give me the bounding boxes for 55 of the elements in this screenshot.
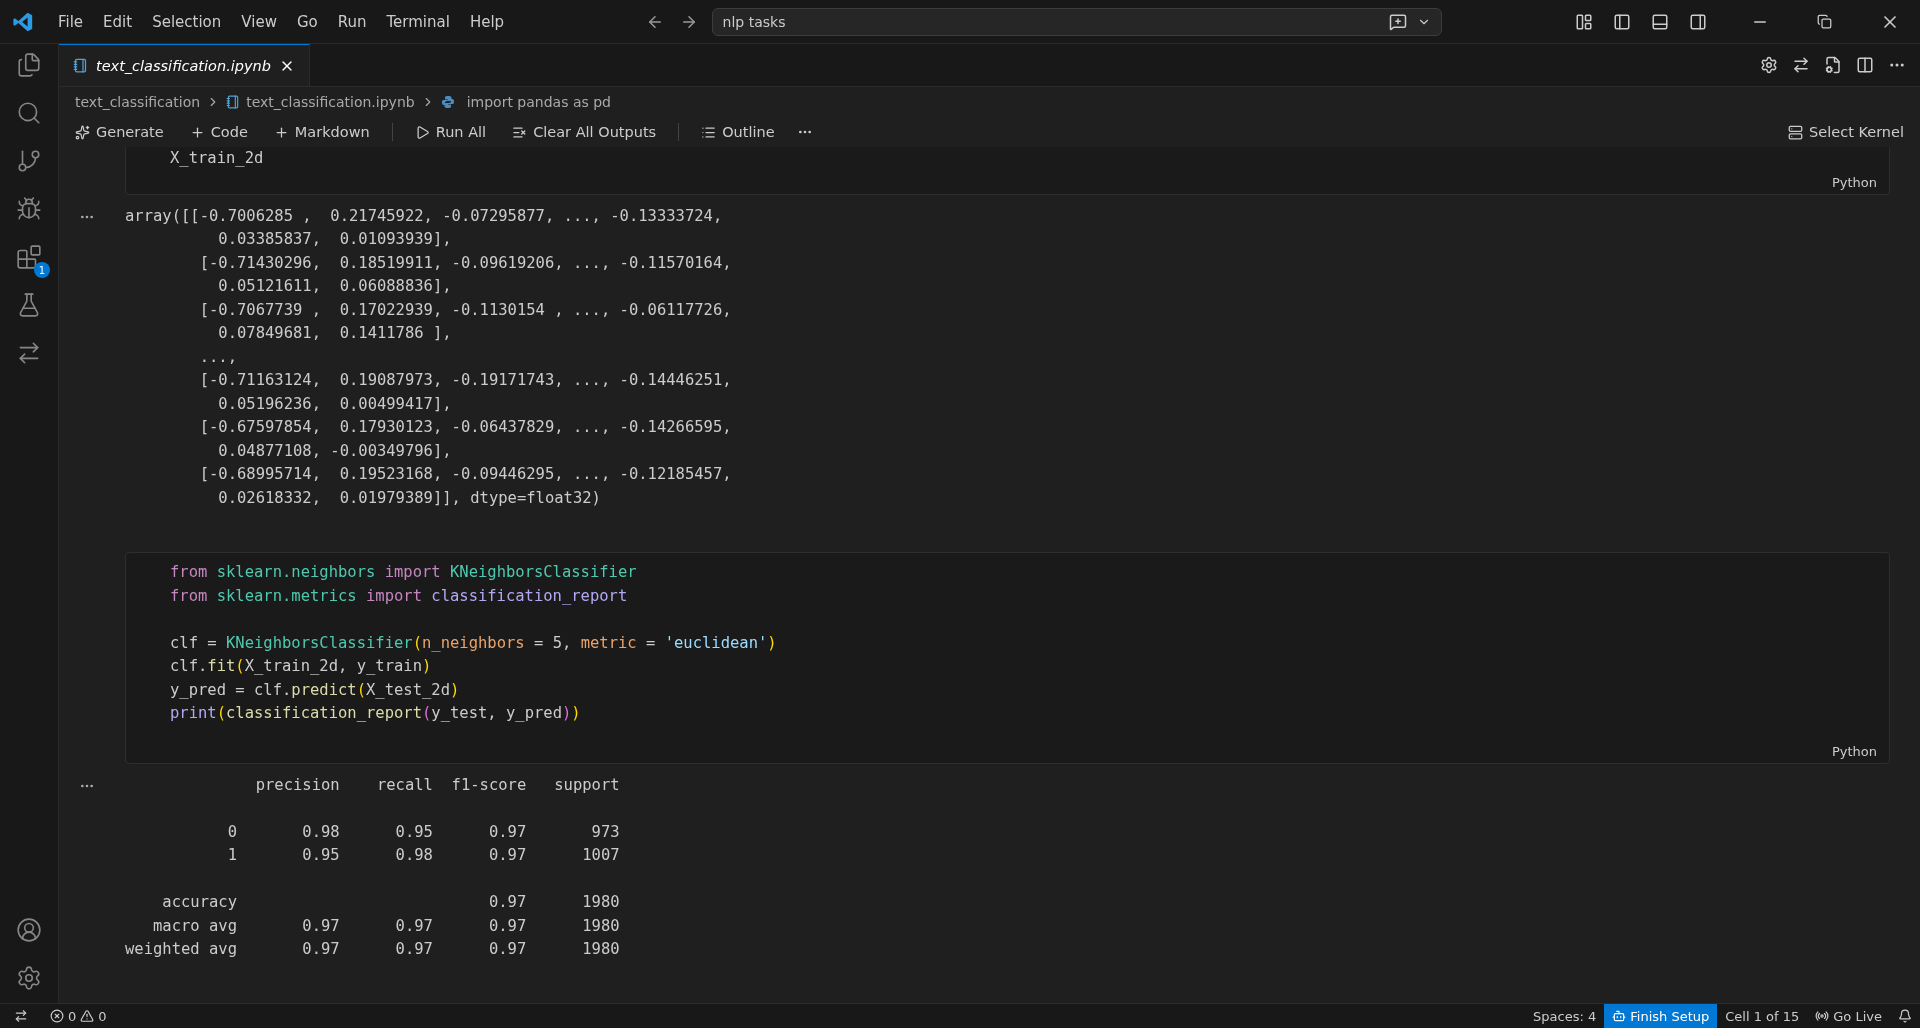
- editor-tab[interactable]: text_classification.ipynb: [59, 44, 310, 86]
- status-item[interactable]: Cell 1 of 15: [1717, 1004, 1808, 1028]
- code-line: from sklearn.metrics import classification_report: [170, 585, 629, 607]
- code-line: y_pred = clf.predict(X_test_2d): [170, 679, 461, 701]
- language-label[interactable]: Python: [1831, 174, 1877, 190]
- output-line: 1 0.95 0.98 0.97 1007: [226, 845, 620, 866]
- output-line: ...,: [198, 346, 238, 368]
- output-line: 0.04877108, -0.00349796],: [217, 440, 453, 462]
- menu-item[interactable]: View: [231, 8, 287, 35]
- menu-item[interactable]: Terminal: [376, 8, 460, 35]
- code-cell[interactable]: X_train_2d Python: [125, 147, 1890, 195]
- toolbar-button[interactable]: Clear All Outputs: [508, 122, 661, 142]
- code-line: from sklearn.neighbors import KNeighborsClassifier: [170, 562, 638, 583]
- toolbar-button[interactable]: Outline: [697, 122, 779, 142]
- output-line: [-0.71430296, 0.18519911, -0.09619206, ..., -0.11570164,: [198, 252, 732, 274]
- output-line: precision recall f1-score support: [254, 774, 620, 796]
- output-line: array([[-0.7006285 , 0.21745922, -0.07295877, ..., -0.13333724,: [125, 205, 724, 227]
- output-line: [-0.67597854, 0.17930123, -0.06437829, ..., -0.14266595,: [198, 417, 732, 438]
- language-label[interactable]: Python: [1831, 743, 1877, 759]
- toolbar-button[interactable]: Run All: [410, 122, 491, 142]
- output-line: macro avg 0.97 0.97 0.97 1980: [152, 915, 620, 937]
- code-line: print(classification_report(y_test, y_pred)): [170, 703, 582, 724]
- menu-item[interactable]: Selection: [142, 8, 232, 35]
- menu-item[interactable]: Edit: [93, 8, 143, 35]
- status-item[interactable]: Finish Setup: [1604, 1004, 1718, 1028]
- breadcrumb[interactable]: text_classification: [75, 94, 201, 110]
- problems-indicator[interactable]: 0 0: [42, 1004, 115, 1028]
- output-line: 0.05196236, 0.00499417],: [217, 393, 453, 415]
- menu-item[interactable]: File: [48, 8, 94, 35]
- toolbar-button[interactable]: Code: [185, 122, 252, 142]
- output-line: [-0.68995714, 0.19523168, -0.09446295, ..., -0.12185457,: [198, 464, 732, 485]
- code-line: clf = KNeighborsClassifier(n_neighbors = 5, metric = 'euclidean'): [170, 632, 778, 654]
- output-line: 0.07849681, 0.1411786 ],: [217, 323, 453, 344]
- output-line: 0.02618332, 0.01979389]], dtype=float32): [217, 487, 602, 509]
- search-field[interactable]: nlp tasks: [711, 7, 1442, 36]
- breadcrumb[interactable]: text_classification.ipynb: [246, 94, 415, 110]
- output-line: accuracy 0.97 1980: [161, 892, 620, 913]
- output-line: 0.05121611, 0.06088836],: [217, 276, 453, 297]
- output-line: 0.03385837, 0.01093939],: [217, 229, 453, 250]
- badge: 1: [34, 262, 50, 278]
- output-line: [-0.7067739 , 0.17022939, -0.1130154 , ..., -0.06117726,: [198, 299, 732, 321]
- select-kernel-button[interactable]: Select Kernel: [1784, 122, 1908, 142]
- code-line: clf.fit(X_train_2d, y_train): [170, 656, 433, 677]
- toolbar-button[interactable]: Markdown: [269, 122, 374, 142]
- menu-item[interactable]: Go: [286, 8, 328, 35]
- status-item[interactable]: Go Live: [1807, 1004, 1890, 1028]
- output-line: [-0.71163124, 0.19087973, -0.19171743, ..., -0.14446251,: [198, 370, 732, 391]
- menu-item[interactable]: Help: [459, 8, 515, 35]
- status-item[interactable]: Spaces: 4: [1525, 1004, 1605, 1028]
- menu-item[interactable]: Run: [327, 8, 377, 35]
- output-line: 0 0.98 0.95 0.97 973: [226, 821, 620, 843]
- toolbar-button[interactable]: Generate: [71, 122, 168, 142]
- output-line: weighted avg 0.97 0.97 0.97 1980: [125, 939, 620, 960]
- breadcrumb[interactable]: import pandas as pd: [466, 94, 611, 110]
- code-line: X_train_2d: [170, 148, 265, 169]
